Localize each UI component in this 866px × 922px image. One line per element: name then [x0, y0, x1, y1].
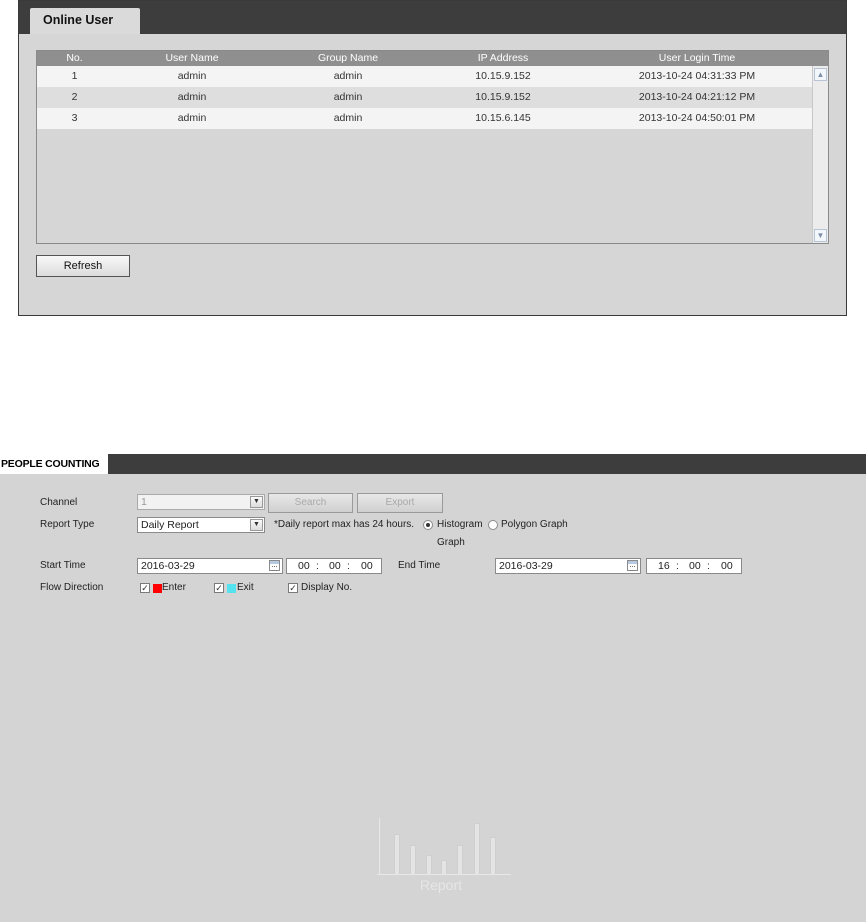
search-button[interactable]: Search	[268, 493, 353, 513]
scroll-up-icon[interactable]: ▲	[814, 68, 827, 81]
report-placeholder-bar	[441, 860, 447, 874]
table-scrollbar[interactable]: ▲ ▼	[812, 66, 828, 243]
histogram-radio[interactable]	[423, 520, 433, 530]
start-date-value: 2016-03-29	[141, 560, 195, 572]
end-minute[interactable]: 00	[689, 559, 701, 573]
display-no-checkbox[interactable]: ✓	[288, 583, 298, 593]
cell-ip-address: 10.15.9.152	[475, 70, 531, 82]
display-no-label: Display No.	[301, 582, 353, 593]
report-placeholder-bar	[457, 845, 463, 874]
report-placeholder-axis	[379, 818, 380, 874]
time-separator: :	[676, 560, 679, 572]
report-placeholder-label: Report	[420, 877, 463, 893]
start-hour[interactable]: 00	[298, 559, 310, 573]
report-placeholder-bar	[410, 845, 416, 874]
table-row[interactable]: 3 admin admin 10.15.6.145 2013-10-24 04:…	[37, 108, 813, 129]
people-counting-title: PEOPLE COUNTING	[0, 454, 108, 474]
people-counting-header-bar: PEOPLE COUNTING	[0, 454, 866, 474]
column-header-user-name: User Name	[165, 52, 219, 64]
online-user-panel: Online User No. User Name Group Name IP …	[18, 0, 847, 316]
refresh-button[interactable]: Refresh	[36, 255, 130, 277]
cell-no: 1	[71, 70, 78, 82]
table-row[interactable]: 1 admin admin 10.15.9.152 2013-10-24 04:…	[37, 66, 813, 87]
report-type-label: Report Type	[40, 519, 95, 530]
scroll-down-icon[interactable]: ▼	[814, 229, 827, 242]
calendar-icon[interactable]	[269, 560, 280, 571]
end-date-input[interactable]: 2016-03-29	[495, 558, 641, 574]
channel-label: Channel	[40, 497, 78, 508]
enter-label: Enter	[162, 582, 186, 593]
chevron-down-icon[interactable]: ▼	[250, 496, 263, 508]
cell-login-time: 2013-10-24 04:21:12 PM	[638, 91, 756, 103]
end-date-value: 2016-03-29	[499, 560, 553, 572]
start-date-input[interactable]: 2016-03-29	[137, 558, 283, 574]
end-time-label: End Time	[398, 560, 441, 571]
end-second[interactable]: 00	[721, 559, 733, 573]
column-header-no: No.	[66, 52, 83, 64]
export-button[interactable]: Export	[357, 493, 443, 513]
report-placeholder-icon: Report	[377, 818, 511, 898]
enter-checkbox[interactable]: ✓	[140, 583, 150, 593]
report-placeholder-axis	[377, 874, 511, 875]
cell-no: 3	[71, 112, 78, 124]
polygon-graph-label: Polygon Graph	[501, 519, 568, 530]
exit-color-swatch	[227, 584, 236, 593]
column-header-login-time: User Login Time	[658, 52, 736, 64]
flow-direction-label: Flow Direction	[40, 582, 104, 593]
cell-user-name: admin	[177, 70, 207, 82]
end-hour[interactable]: 16	[658, 559, 670, 573]
column-header-group-name: Group Name	[317, 52, 379, 64]
channel-value: 1	[141, 496, 147, 508]
report-type-value: Daily Report	[141, 519, 199, 531]
online-user-table: No. User Name Group Name IP Address User…	[36, 50, 829, 244]
time-separator: :	[316, 560, 319, 572]
enter-color-swatch	[153, 584, 162, 593]
people-counting-panel: PEOPLE COUNTING Channel 1 ▼ Search Expor…	[0, 454, 866, 922]
calendar-icon[interactable]	[627, 560, 638, 571]
cell-ip-address: 10.15.6.145	[475, 112, 531, 124]
channel-select[interactable]: 1 ▼	[137, 494, 265, 510]
report-placeholder-bar	[394, 834, 400, 874]
cell-group-name: admin	[333, 70, 363, 82]
polygon-graph-radio[interactable]	[488, 520, 498, 530]
histogram-label-graph: Graph	[437, 537, 465, 548]
report-placeholder-bar	[426, 855, 432, 874]
cell-no: 2	[71, 91, 78, 103]
cell-ip-address: 10.15.9.152	[475, 91, 531, 103]
report-placeholder-bar	[474, 823, 480, 874]
end-time-input[interactable]: 16 : 00 : 00	[646, 558, 742, 574]
report-hint: *Daily report max has 24 hours.	[274, 519, 415, 530]
cell-group-name: admin	[333, 91, 363, 103]
start-time-input[interactable]: 00 : 00 : 00	[286, 558, 382, 574]
table-row[interactable]: 2 admin admin 10.15.9.152 2013-10-24 04:…	[37, 87, 813, 108]
start-second[interactable]: 00	[361, 559, 373, 573]
cell-group-name: admin	[333, 112, 363, 124]
report-type-select[interactable]: Daily Report ▼	[137, 517, 265, 533]
start-minute[interactable]: 00	[329, 559, 341, 573]
column-header-ip-address: IP Address	[477, 52, 529, 64]
time-separator: :	[347, 560, 350, 572]
online-user-tab[interactable]: Online User	[30, 8, 140, 34]
online-user-header-bar: Online User	[19, 1, 846, 34]
exit-checkbox[interactable]: ✓	[214, 583, 224, 593]
time-separator: :	[707, 560, 710, 572]
cell-user-name: admin	[177, 112, 207, 124]
histogram-label: Histogram	[437, 519, 483, 530]
start-time-label: Start Time	[40, 560, 86, 571]
report-placeholder-bar	[490, 837, 496, 874]
cell-login-time: 2013-10-24 04:50:01 PM	[638, 112, 756, 124]
cell-user-name: admin	[177, 91, 207, 103]
cell-login-time: 2013-10-24 04:31:33 PM	[638, 70, 756, 82]
table-header: No. User Name Group Name IP Address User…	[37, 51, 828, 66]
exit-label: Exit	[237, 582, 254, 593]
chevron-down-icon[interactable]: ▼	[250, 519, 263, 531]
